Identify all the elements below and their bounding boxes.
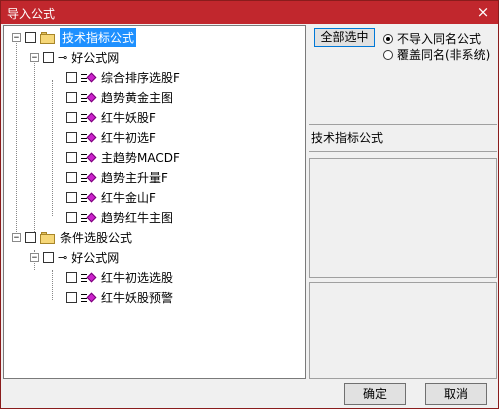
list-item[interactable]: 红牛初选F [66,128,156,147]
key-icon: ⊸ [58,51,68,64]
formula-icon [81,152,97,164]
item-label: 红牛金山F [101,191,156,205]
tree-connector [34,60,35,238]
select-all-button[interactable]: 全部选中 [314,28,375,47]
radio-button[interactable] [383,33,393,44]
item-label: 红牛妖股预警 [101,291,174,305]
list-item[interactable]: 红牛妖股预警 [66,288,173,307]
formula-icon [81,212,97,224]
list-item[interactable]: 红牛初选选股 [66,268,173,287]
item-label: 红牛妖股F [101,111,156,125]
description-panel [309,158,497,278]
item-label: 趋势红牛主图 [101,211,174,225]
group-checkbox[interactable] [25,232,36,243]
tree-group-condition[interactable]: − 条件选股公式 [12,228,132,247]
list-item[interactable]: 趋势红牛主图 [66,208,173,227]
formula-icon [81,272,97,284]
list-item[interactable]: 趋势黄金主图 [66,88,173,107]
item-checkbox[interactable] [66,172,77,183]
folder-icon [40,231,56,244]
formula-icon [81,172,97,184]
tree-subfolder[interactable]: − ⊸ 好公式网 [30,48,119,67]
title-bar: 导入公式 × [1,1,498,24]
tree-connector [52,270,53,300]
item-checkbox[interactable] [66,152,77,163]
collapse-toggle[interactable]: − [12,233,21,243]
list-item[interactable]: 主趋势MACDF [66,148,180,167]
divider [309,151,497,152]
collapse-toggle[interactable]: − [30,53,39,63]
close-icon[interactable]: × [474,3,492,21]
group-label: 技术指标公式 [60,28,137,47]
item-label: 红牛初选F [101,131,156,145]
formula-icon [81,292,97,304]
formula-icon [81,112,97,124]
window-title: 导入公式 [7,7,56,21]
divider [309,124,497,125]
list-item[interactable]: 趋势主升量F [66,168,168,187]
formula-icon [81,72,97,84]
radio-label: 不导入同名公式 [397,32,482,46]
key-icon: ⊸ [58,251,68,264]
ok-button[interactable]: 确定 [344,383,406,405]
section-label: 技术指标公式 [311,131,384,145]
tree-connector [16,40,17,238]
radio-button[interactable] [383,49,393,60]
subfolder-checkbox[interactable] [43,52,54,63]
item-checkbox[interactable] [66,72,77,83]
item-checkbox[interactable] [66,112,77,123]
list-item[interactable]: 红牛妖股F [66,108,156,127]
item-checkbox[interactable] [66,212,77,223]
list-item[interactable]: 红牛金山F [66,188,156,207]
import-formula-dialog: 导入公式 × − 技术指标公式 − ⊸ 好公式网 综合排序选股F 趋势黄金主图 … [0,0,499,409]
folder-icon [40,31,56,44]
item-checkbox[interactable] [66,292,77,303]
group-label: 条件选股公式 [60,231,133,245]
item-label: 趋势主升量F [101,171,168,185]
item-checkbox[interactable] [66,132,77,143]
tree-group-technical[interactable]: − 技术指标公式 [12,28,137,47]
formula-tree[interactable]: − 技术指标公式 − ⊸ 好公式网 综合排序选股F 趋势黄金主图 红牛妖股F 红… [3,25,306,379]
subfolder-label: 好公式网 [71,251,120,265]
formula-icon [81,132,97,144]
subfolder-label: 好公式网 [71,51,120,65]
formula-icon [81,192,97,204]
subfolder-checkbox[interactable] [43,252,54,263]
collapse-toggle[interactable]: − [12,33,21,43]
tree-connector [52,80,53,216]
radio-no-import-duplicates[interactable]: 不导入同名公式 [383,30,481,47]
formula-icon [81,92,97,104]
item-checkbox[interactable] [66,192,77,203]
detail-panel [309,282,497,379]
collapse-toggle[interactable]: − [30,253,39,263]
item-label: 趋势黄金主图 [101,91,174,105]
cancel-button[interactable]: 取消 [425,383,487,405]
item-label: 综合排序选股F [101,71,180,85]
radio-label: 覆盖同名(非系统) [397,48,491,62]
radio-overwrite-duplicates[interactable]: 覆盖同名(非系统) [383,46,490,63]
item-checkbox[interactable] [66,92,77,103]
item-checkbox[interactable] [66,272,77,283]
tree-subfolder[interactable]: − ⊸ 好公式网 [30,248,119,267]
item-label: 红牛初选选股 [101,271,174,285]
group-checkbox[interactable] [25,32,36,43]
list-item[interactable]: 综合排序选股F [66,68,180,87]
item-label: 主趋势MACDF [101,151,180,165]
